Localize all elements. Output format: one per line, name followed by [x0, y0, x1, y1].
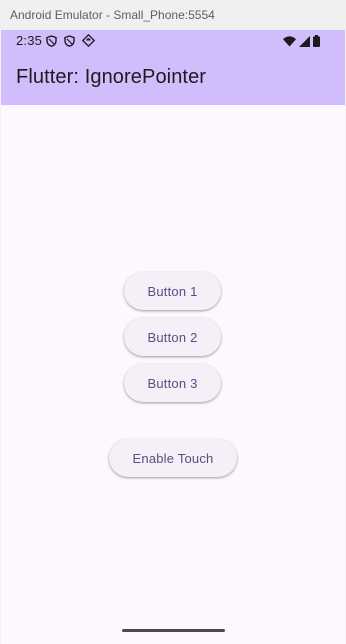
wifi-icon	[283, 35, 296, 50]
shield-icon	[64, 34, 75, 50]
page-title: Flutter: IgnorePointer	[16, 66, 207, 88]
home-indicator[interactable]	[122, 629, 225, 632]
status-left-icons	[46, 33, 96, 50]
status-right-icons	[283, 35, 320, 50]
window-title: Android Emulator - Small_Phone:5554	[0, 0, 346, 30]
status-bar: 2:35	[1, 30, 345, 52]
button-3[interactable]: Button 3	[124, 364, 221, 402]
battery-icon	[313, 35, 320, 50]
button-1[interactable]: Button 1	[124, 272, 221, 310]
emulator-window: Android Emulator - Small_Phone:5554 2:35	[0, 0, 346, 644]
button-2[interactable]: Button 2	[124, 318, 221, 356]
phone-screen: 2:35 Flutter: IgnorePointer Button 1 But…	[1, 30, 345, 644]
shield-icon	[46, 34, 57, 50]
cell-signal-icon	[299, 35, 310, 50]
status-time: 2:35	[16, 33, 43, 48]
android-debug-icon	[81, 33, 96, 50]
app-bar: Flutter: IgnorePointer	[1, 52, 345, 105]
enable-touch-button[interactable]: Enable Touch	[109, 439, 237, 477]
